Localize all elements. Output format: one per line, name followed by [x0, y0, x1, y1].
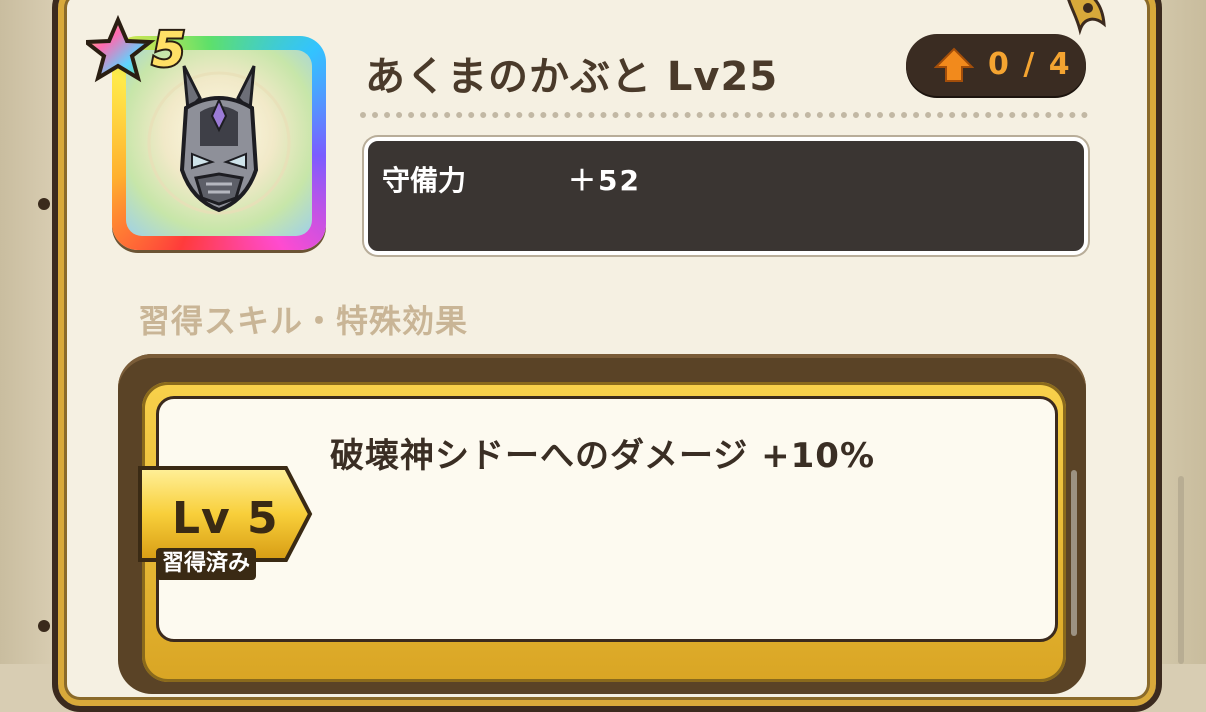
rarity-star-icon: 5 — [86, 14, 187, 83]
upgrade-arrow-icon — [934, 47, 974, 82]
item-name: あくまのかぶと Lv25 — [365, 54, 779, 100]
skill-description: 破壊神シドーへのダメージ +10% — [330, 436, 876, 476]
stat-value-defense: ＋52 — [568, 164, 641, 197]
skill-level-text: Lv 5 — [172, 493, 279, 544]
ornament-corner-icon — [1067, 0, 1106, 36]
title-divider — [360, 112, 1088, 118]
skill-status-label: 習得済み — [156, 548, 257, 580]
skill-scrollbar[interactable] — [1071, 470, 1077, 636]
upgrade-count-text: 0 / 4 — [988, 47, 1072, 82]
upgrade-counter[interactable]: 0 / 4 — [906, 34, 1086, 96]
skills-section-title: 習得スキル・特殊効果 — [138, 302, 469, 340]
page-scrollbar[interactable] — [1178, 476, 1184, 664]
stats-box: 守備力 ＋52 — [364, 137, 1088, 255]
stat-label-defense: 守備力 — [382, 164, 467, 197]
rarity-number: 5 — [152, 22, 185, 78]
rail-dot — [38, 198, 50, 210]
rail-dot — [38, 620, 50, 632]
